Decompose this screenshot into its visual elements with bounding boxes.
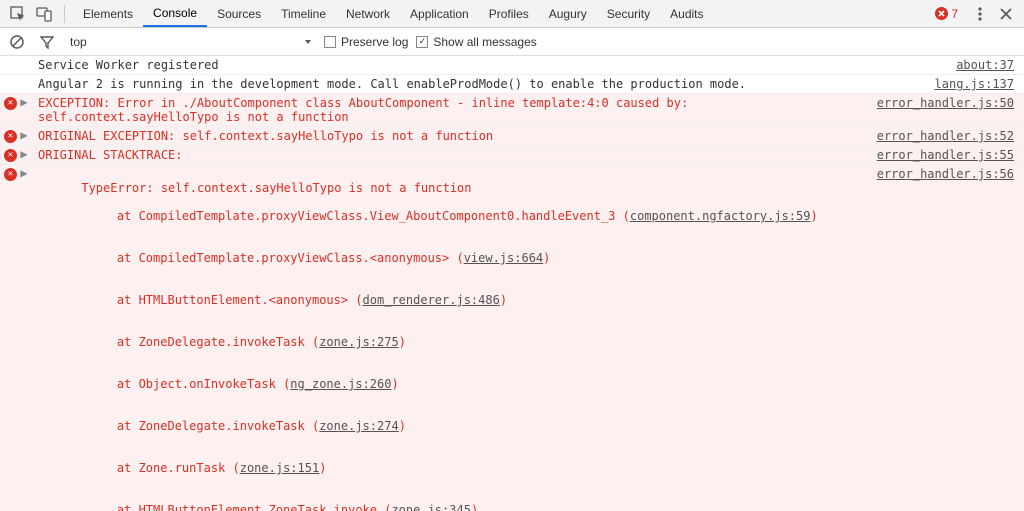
- close-icon[interactable]: [994, 8, 1018, 20]
- disclosure-icon[interactable]: ▶: [19, 97, 29, 107]
- error-message: ORIGINAL STACKTRACE:: [38, 148, 877, 162]
- chevron-down-icon: [304, 35, 312, 49]
- log-line: Service Worker registered about:37: [0, 56, 1024, 75]
- source-link[interactable]: error_handler.js:50: [877, 96, 1024, 110]
- tab-audits[interactable]: Audits: [660, 0, 713, 27]
- log-message: Service Worker registered: [38, 58, 956, 72]
- error-icon: ✕: [4, 149, 17, 162]
- show-all-messages-checkbox[interactable]: ✓ Show all messages: [416, 35, 536, 49]
- log-message: Angular 2 is running in the development …: [38, 77, 935, 91]
- error-line: ✕ ▶ ORIGINAL STACKTRACE: error_handler.j…: [0, 146, 1024, 165]
- disclosure-icon[interactable]: ▶: [19, 168, 29, 178]
- source-link[interactable]: zone.js:275: [319, 335, 398, 349]
- error-icon: ✕: [4, 130, 17, 143]
- error-line: ✕ ▶ TypeError: self.context.sayHelloTypo…: [0, 165, 1024, 511]
- device-mode-icon[interactable]: [32, 2, 56, 26]
- error-icon: ✕: [4, 168, 17, 181]
- source-link[interactable]: zone.js:274: [319, 419, 398, 433]
- source-link[interactable]: error_handler.js:52: [877, 129, 1024, 143]
- error-counter[interactable]: 7: [935, 7, 958, 21]
- error-line: ✕ ▶ ORIGINAL EXCEPTION: self.context.say…: [0, 127, 1024, 146]
- tab-elements[interactable]: Elements: [73, 0, 143, 27]
- error-line: ✕ ▶ EXCEPTION: Error in ./AboutComponent…: [0, 94, 1024, 127]
- console-output[interactable]: Service Worker registered about:37 Angul…: [0, 56, 1024, 511]
- inspect-element-icon[interactable]: [6, 2, 30, 26]
- disclosure-icon[interactable]: ▶: [19, 149, 29, 159]
- tab-sources[interactable]: Sources: [207, 0, 271, 27]
- menu-icon[interactable]: [968, 7, 992, 21]
- source-link[interactable]: error_handler.js:56: [877, 167, 1024, 181]
- source-link[interactable]: error_handler.js:55: [877, 148, 1024, 162]
- tab-application[interactable]: Application: [400, 0, 479, 27]
- preserve-log-checkbox[interactable]: Preserve log: [324, 35, 408, 49]
- source-link[interactable]: view.js:664: [464, 251, 543, 265]
- context-value: top: [70, 35, 87, 49]
- source-link[interactable]: about:37: [956, 58, 1024, 72]
- tab-list: Elements Console Sources Timeline Networ…: [73, 0, 933, 27]
- source-link[interactable]: component.ngfactory.js:59: [630, 209, 811, 223]
- source-link[interactable]: zone.js:151: [240, 461, 319, 475]
- console-toolbar: top Preserve log ✓ Show all messages: [0, 28, 1024, 56]
- tab-console[interactable]: Console: [143, 0, 207, 27]
- tab-timeline[interactable]: Timeline: [271, 0, 336, 27]
- tab-network[interactable]: Network: [336, 0, 400, 27]
- separator: [64, 5, 65, 23]
- error-icon: ✕: [4, 97, 17, 110]
- preserve-log-label: Preserve log: [341, 35, 408, 49]
- context-selector[interactable]: top: [66, 35, 316, 49]
- tab-profiles[interactable]: Profiles: [479, 0, 539, 27]
- error-message: ORIGINAL EXCEPTION: self.context.sayHell…: [38, 129, 877, 143]
- disclosure-icon[interactable]: ▶: [19, 130, 29, 140]
- log-line: Angular 2 is running in the development …: [0, 75, 1024, 94]
- tab-security[interactable]: Security: [597, 0, 660, 27]
- error-count-value: 7: [951, 7, 958, 21]
- source-link[interactable]: ng_zone.js:260: [290, 377, 391, 391]
- filter-icon[interactable]: [36, 31, 58, 53]
- source-link[interactable]: zone.js:345: [391, 503, 470, 511]
- tab-augury[interactable]: Augury: [539, 0, 597, 27]
- error-message: TypeError: self.context.sayHelloTypo is …: [38, 167, 877, 511]
- devtools-tabbar: Elements Console Sources Timeline Networ…: [0, 0, 1024, 28]
- show-all-label: Show all messages: [433, 35, 536, 49]
- clear-console-icon[interactable]: [6, 31, 28, 53]
- error-message: EXCEPTION: Error in ./AboutComponent cla…: [38, 96, 877, 124]
- source-link[interactable]: lang.js:137: [935, 77, 1024, 91]
- source-link[interactable]: dom_renderer.js:486: [363, 293, 500, 307]
